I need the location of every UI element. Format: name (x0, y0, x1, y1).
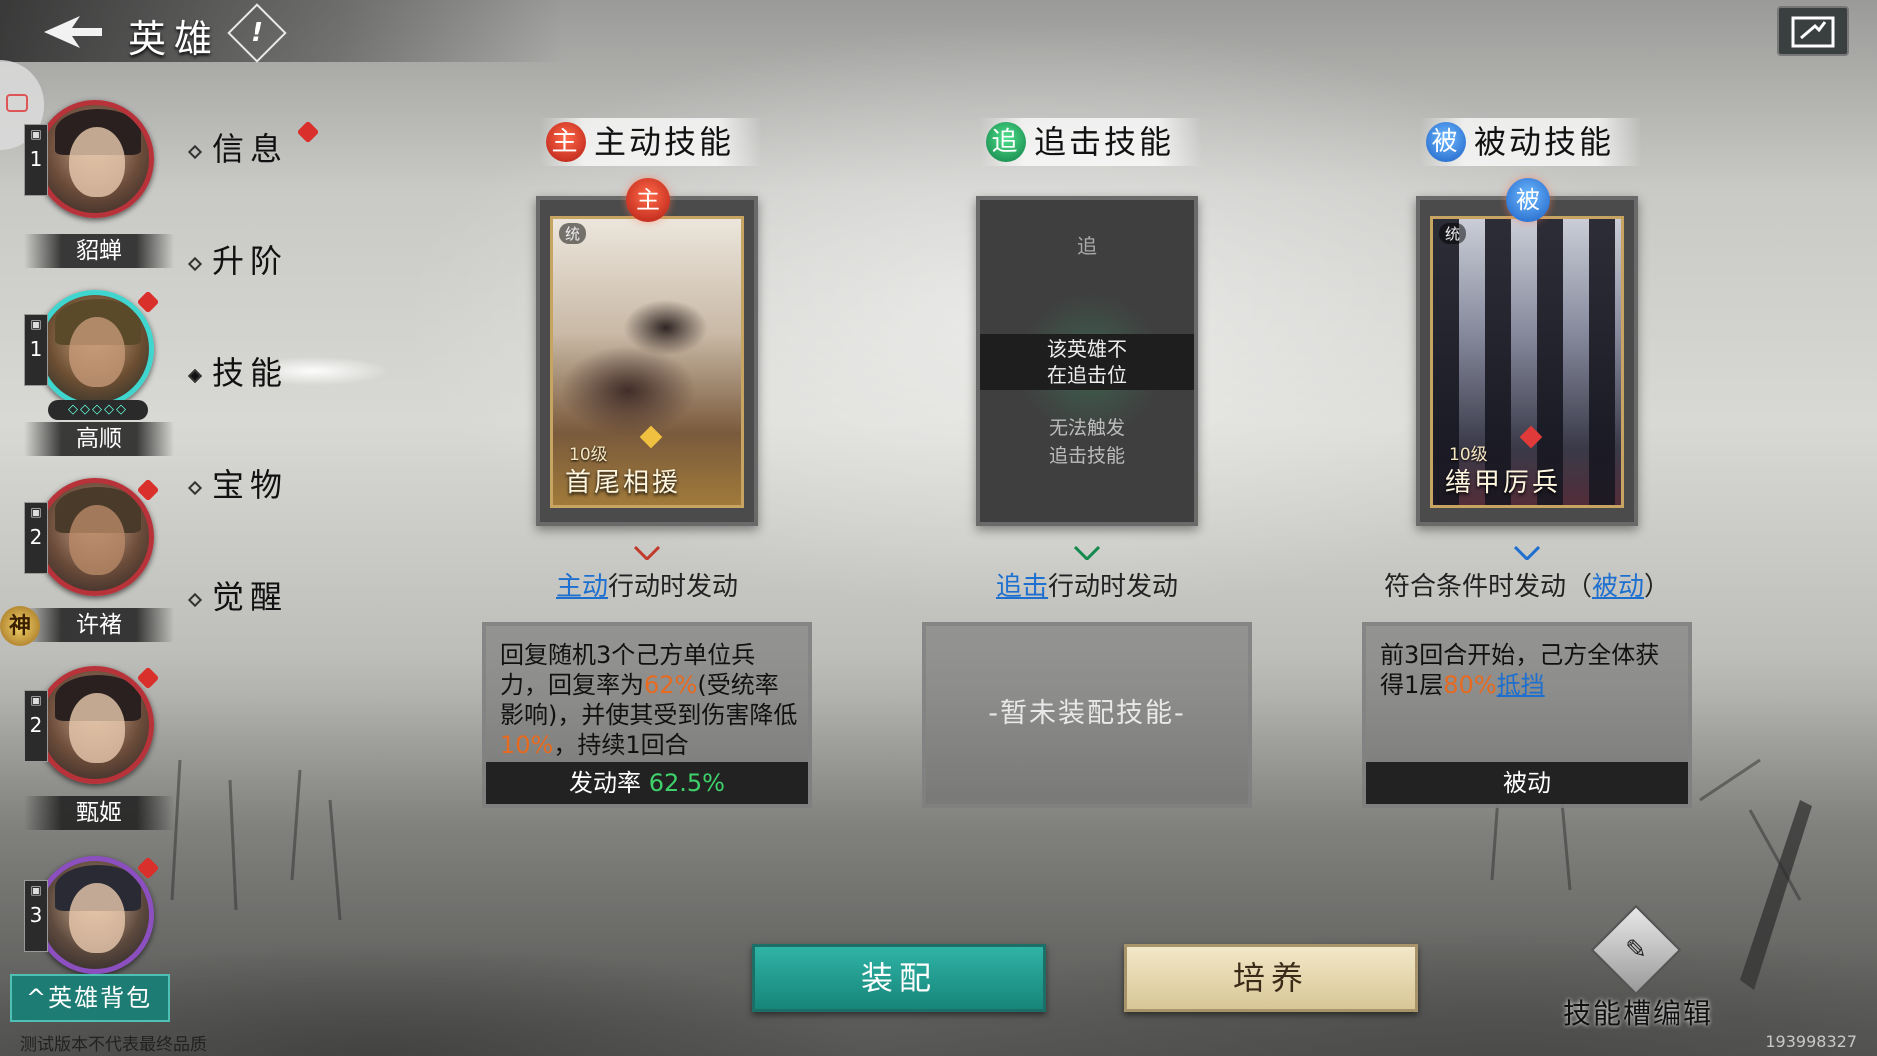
hero-bag-button[interactable]: ^英雄背包 (10, 974, 170, 1022)
command-tag: 统 (1439, 223, 1467, 244)
keyword-link[interactable]: 追击 (996, 572, 1048, 602)
hero-name: 貂蝉 (24, 234, 174, 268)
equip-button[interactable]: 装配 (752, 944, 1046, 1012)
gem-icon (639, 425, 663, 449)
share-button[interactable] (1777, 6, 1849, 56)
keyword-link[interactable]: 抵挡 (1497, 671, 1545, 699)
active-skill-icon: 主 (546, 122, 586, 162)
hero-level-badge: ▣ 3 (24, 880, 48, 952)
hero-name: 高顺 (24, 422, 174, 456)
hero-name: 甄姬 (24, 796, 174, 830)
skill-name: 首尾相援 (565, 468, 682, 498)
skill-art: 统 10级 缮甲厉兵 (1430, 216, 1624, 508)
cannot-trigger-text: 无法触发 追击技能 (1048, 417, 1125, 467)
avatar (36, 100, 154, 218)
passive-skill-card[interactable]: 统 10级 缮甲厉兵 被 (1416, 178, 1638, 526)
active-skill-card[interactable]: 统 10级 首尾相援 主 (536, 178, 758, 526)
help-button[interactable]: ! (227, 3, 287, 63)
avatar (36, 478, 154, 596)
diamond-icon (187, 368, 203, 383)
keyword-link[interactable]: 主动 (556, 572, 608, 602)
diamond-icon (187, 480, 203, 495)
test-version-notice: 测试版本不代表最终品质 (20, 1035, 207, 1055)
gem-icon (1519, 425, 1543, 449)
command-tag: 统 (559, 223, 587, 244)
keyword-link[interactable]: 被动 (1592, 572, 1644, 602)
skill-slot-edit-button[interactable]: ✎ 技能槽编辑 (1548, 904, 1728, 1032)
passive-label: 被动 (1366, 762, 1688, 804)
chevron-down-icon (1514, 546, 1540, 560)
chase-skill-icon: 追 (986, 122, 1026, 162)
avatar (36, 290, 154, 408)
god-badge-icon: 神 (0, 606, 40, 646)
notification-dot (136, 666, 160, 690)
description-text: 前3回合开始，己方全体获得1层80%抵挡 (1380, 641, 1660, 699)
avatar (36, 666, 154, 784)
skill-slot-edit-label: 技能槽编辑 (1562, 997, 1713, 1030)
chase-skill-card[interactable]: 追 该英雄不 在追击位 无法触发 追击技能 (976, 196, 1198, 526)
diamond-icon (187, 256, 203, 271)
chevron-down-icon (634, 546, 660, 560)
passive-skill-description: 前3回合开始，己方全体获得1层80%抵挡 被动 (1362, 622, 1692, 808)
diamond-icon (187, 592, 203, 607)
chevron-down-icon (1074, 546, 1100, 560)
avatar (36, 856, 154, 974)
menu-advance[interactable]: 升阶 (187, 236, 288, 282)
menu-awaken[interactable]: 觉醒 (187, 572, 288, 618)
chase-skill-description: -暂未装配技能- (922, 622, 1252, 808)
notification-dot (136, 478, 160, 502)
back-arrow-icon[interactable] (40, 14, 104, 50)
not-in-chase-position: 该英雄不 在追击位 (980, 334, 1194, 390)
pen-icon: ✎ (1590, 904, 1682, 996)
passive-skill-header: 被 被动技能 (1420, 118, 1643, 166)
train-button[interactable]: 培养 (1124, 944, 1418, 1012)
passive-trigger-text: 符合条件时发动（被动） (1383, 572, 1671, 602)
active-brush-stroke (280, 356, 390, 386)
menu-treasure[interactable]: 宝物 (187, 460, 288, 506)
notification-dot (296, 120, 320, 144)
trigger-rate: 发动率 62.5% (486, 762, 808, 804)
active-trigger-text: 主动行动时发动 (555, 572, 739, 602)
chat-icon (6, 94, 28, 112)
hero-level-badge: ▣ 1 (24, 314, 48, 386)
active-skill-header: 主 主动技能 (540, 118, 763, 166)
chase-skill-header: 追 追击技能 (980, 118, 1203, 166)
skill-art: 统 10级 首尾相援 (550, 216, 744, 508)
active-skill-icon: 主 (626, 178, 670, 222)
passive-skill-icon: 被 (1506, 178, 1550, 222)
top-bar: 英雄 ! (0, 0, 1877, 63)
help-icon: ! (251, 18, 263, 48)
no-skill-equipped: -暂未装配技能- (988, 698, 1186, 729)
notification-dot (136, 290, 160, 314)
menu-skills[interactable]: 技能 (187, 348, 288, 394)
page-title: 英雄 (128, 17, 221, 61)
hero-stars: ◇◇◇◇◇ (48, 400, 148, 420)
chase-trigger-text: 追击行动时发动 (995, 572, 1179, 602)
description-text: 回复随机3个己方单位兵力，回复率为62%(受统率影响)，并使其受到伤害降低10%… (500, 641, 798, 759)
menu-info[interactable]: 信息 (187, 120, 320, 170)
user-id: 193998327 (1765, 1032, 1857, 1051)
active-skill-description: 回复随机3个己方单位兵力，回复率为62%(受统率影响)，并使其受到伤害降低10%… (482, 622, 812, 808)
hero-name: 许褚 (24, 608, 174, 642)
chevron-up-icon: ^ (26, 984, 49, 1012)
diamond-icon (187, 144, 203, 159)
chase-label: 追 (1077, 234, 1097, 258)
skill-name: 缮甲厉兵 (1445, 468, 1562, 498)
share-icon (1791, 16, 1835, 48)
hero-level-badge: ▣ 1 (24, 124, 48, 196)
hero-level-badge: ▣ 2 (24, 690, 48, 762)
hero-level-badge: ▣ 2 (24, 502, 48, 574)
passive-skill-icon: 被 (1426, 122, 1466, 162)
